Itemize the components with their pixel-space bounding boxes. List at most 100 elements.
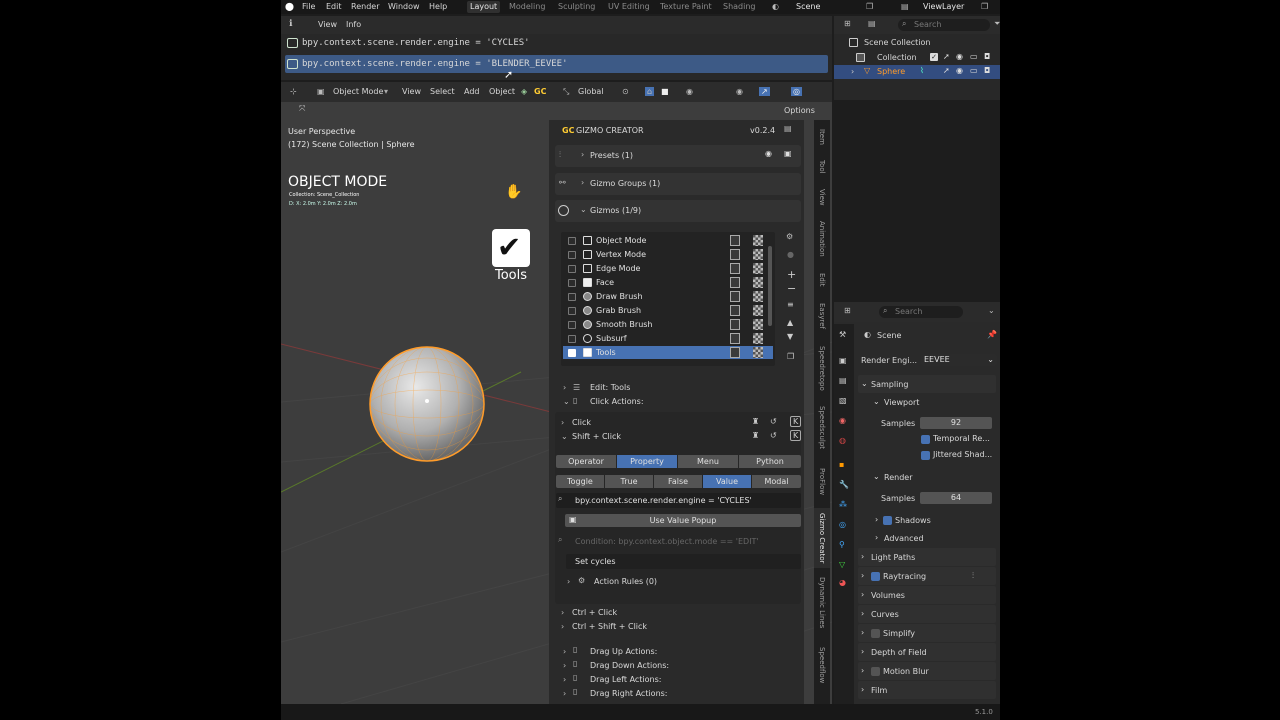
- motion-blur-panel-header[interactable]: › Motion Blur: [858, 662, 996, 680]
- display-mode-icon[interactable]: ▤: [868, 19, 876, 28]
- select-arrow-icon[interactable]: ➚: [943, 52, 950, 61]
- viewport-subpanel-label[interactable]: Viewport: [884, 398, 919, 407]
- prop-mode-true[interactable]: True: [605, 475, 653, 488]
- camera-icon[interactable]: ◘: [984, 52, 990, 61]
- tab-edit[interactable]: Edit: [814, 268, 830, 292]
- tab-animation[interactable]: Animation: [814, 214, 830, 264]
- new-view-layer-icon[interactable]: ❐: [981, 2, 988, 11]
- simplify-panel-header[interactable]: › Simplify: [858, 624, 996, 642]
- reset-icon[interactable]: ↺: [770, 431, 777, 440]
- outliner-row-collection[interactable]: Collection ✓ ➚ ◉ ▭ ◘: [834, 51, 1000, 65]
- chevron-down-icon[interactable]: ⌄: [563, 397, 570, 406]
- expand-arrow-icon[interactable]: ›: [851, 67, 854, 76]
- tab-speedsculpt[interactable]: Speedsculpt: [814, 400, 830, 456]
- prop-mode-toggle[interactable]: Toggle: [556, 475, 604, 488]
- keyboard-icon[interactable]: K: [790, 416, 802, 427]
- curves-panel-header[interactable]: › Curves: [858, 605, 996, 623]
- tab-tool[interactable]: Tool: [814, 154, 830, 180]
- volumes-panel-header[interactable]: › Volumes: [858, 586, 996, 604]
- tab-easyref[interactable]: Easyref: [814, 296, 830, 336]
- edit-icon[interactable]: [730, 263, 740, 274]
- action-type-python[interactable]: Python: [739, 455, 801, 468]
- outliner-search-input[interactable]: ⌕ Search: [898, 19, 990, 31]
- info-menu-info[interactable]: Info: [346, 20, 361, 29]
- gizmo-addon-icon[interactable]: ◈: [521, 87, 527, 96]
- pivot-icon[interactable]: ⊙: [622, 87, 629, 96]
- info-editor-type-icon[interactable]: ℹ: [289, 19, 292, 29]
- color-swatch[interactable]: [753, 235, 763, 246]
- drag-up-label[interactable]: Drag Up Actions:: [590, 647, 657, 656]
- render-tab-icon[interactable]: ▣: [839, 356, 847, 365]
- color-swatch[interactable]: [753, 249, 763, 260]
- workspace-tab-uv-editing[interactable]: UV Editing: [608, 2, 650, 11]
- list-settings-icon[interactable]: ⚙: [786, 232, 793, 241]
- orientation-selector[interactable]: Global: [578, 87, 604, 96]
- ctrl-click-row-label[interactable]: Ctrl + Click: [572, 608, 617, 617]
- camera-icon[interactable]: ◘: [984, 66, 990, 75]
- pin-icon[interactable]: 📌: [987, 330, 997, 339]
- checkbox[interactable]: [568, 307, 576, 315]
- tab-view[interactable]: View: [814, 184, 830, 210]
- eye-icon[interactable]: ◉: [956, 52, 963, 61]
- checkbox[interactable]: [568, 237, 576, 245]
- color-swatch[interactable]: [753, 333, 763, 344]
- duplicate-icon[interactable]: ❐: [787, 352, 794, 361]
- eye-icon[interactable]: ◉: [765, 149, 772, 158]
- select-arrow-icon[interactable]: ➚: [943, 66, 950, 75]
- info-menu-view[interactable]: View: [318, 20, 337, 29]
- save-icon[interactable]: ▣: [784, 149, 792, 158]
- menu-help[interactable]: Help: [429, 2, 447, 11]
- eye-icon[interactable]: ◉: [956, 66, 963, 75]
- list-item[interactable]: Draw Brush: [563, 290, 773, 303]
- properties-search-input[interactable]: ⌕ Search: [879, 306, 963, 318]
- checkbox[interactable]: [568, 335, 576, 343]
- physics-tab-icon[interactable]: ◎: [839, 520, 846, 529]
- checkbox[interactable]: [568, 279, 576, 287]
- list-item[interactable]: Vertex Mode: [563, 248, 773, 261]
- move-up-icon[interactable]: ▲: [787, 318, 793, 327]
- add-item-icon[interactable]: +: [787, 268, 796, 281]
- constraints-tab-icon[interactable]: ⚲: [839, 540, 845, 549]
- gizmo-list[interactable]: Object Mode Vertex Mode Edge Mode Face D…: [561, 232, 775, 366]
- edit-icon[interactable]: [730, 235, 740, 246]
- editor-type-icon[interactable]: ⊞: [844, 19, 851, 28]
- edit-icon[interactable]: [730, 291, 740, 302]
- prop-mode-false[interactable]: False: [654, 475, 702, 488]
- snap-icon[interactable]: ⌂: [645, 87, 655, 96]
- world-tab-icon[interactable]: ◍: [839, 436, 846, 445]
- presets-icon[interactable]: ⫶: [972, 571, 974, 581]
- property-path-input[interactable]: ⌕ bpy.context.scene.render.engine = 'CYC…: [556, 493, 801, 508]
- gizmo-groups-header[interactable]: ⚯ › Gizmo Groups (1): [555, 173, 801, 195]
- drag-left-label[interactable]: Drag Left Actions:: [590, 675, 661, 684]
- color-swatch[interactable]: [753, 277, 763, 288]
- list-item[interactable]: Subsurf: [563, 332, 773, 345]
- checkbox[interactable]: [568, 321, 576, 329]
- list-item[interactable]: Grab Brush: [563, 304, 773, 317]
- raytracing-checkbox[interactable]: [871, 572, 880, 581]
- checkbox[interactable]: [568, 265, 576, 273]
- particles-tab-icon[interactable]: ⁂: [839, 500, 847, 509]
- shift-click-row-label[interactable]: Shift + Click: [572, 432, 621, 441]
- view-layer-selector[interactable]: ViewLayer: [923, 2, 964, 11]
- move-down-icon[interactable]: ▼: [787, 332, 793, 341]
- tab-speedflow[interactable]: Speedflow: [814, 640, 830, 690]
- chevron-down-icon[interactable]: ⌄: [988, 306, 995, 315]
- info-report-line[interactable]: bpy.context.scene.render.engine = 'CYCLE…: [285, 34, 828, 52]
- tools-gizmo-button[interactable]: ✔: [492, 229, 530, 267]
- render-samples-field[interactable]: 64: [920, 492, 992, 504]
- output-tab-icon[interactable]: ▤: [839, 376, 847, 385]
- tab-proflow[interactable]: ProFlow: [814, 460, 830, 504]
- outliner-row-scene-collection[interactable]: Scene Collection: [834, 36, 1000, 50]
- chevron-down-icon[interactable]: ⌄: [561, 432, 568, 441]
- edit-icon[interactable]: [730, 333, 740, 344]
- modifier-tab-icon[interactable]: 🔧: [839, 480, 849, 489]
- list-item[interactable]: Face: [563, 276, 773, 289]
- menu-window[interactable]: Window: [388, 2, 420, 11]
- film-panel-header[interactable]: › Film: [858, 681, 996, 699]
- chevron-right-icon[interactable]: ›: [561, 622, 564, 631]
- workspace-tab-texture-paint[interactable]: Texture Paint: [660, 2, 712, 11]
- menu-edit[interactable]: Edit: [326, 2, 342, 11]
- workspace-tab-sculpting[interactable]: Sculpting: [558, 2, 595, 11]
- outliner-row-sphere[interactable]: › ▽ Sphere ⌇ ➚ ◉ ▭ ◘: [834, 65, 1000, 79]
- remove-item-icon[interactable]: −: [787, 282, 796, 295]
